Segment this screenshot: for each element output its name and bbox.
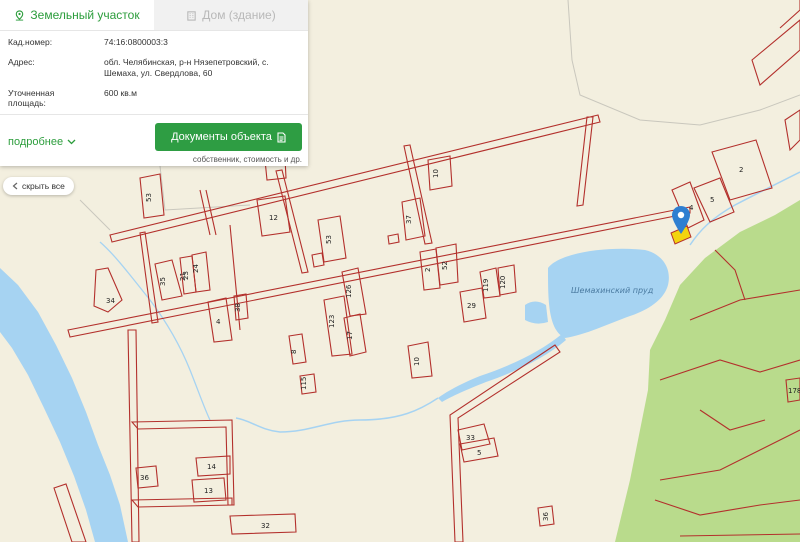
more-details-link[interactable]: подробнее (8, 136, 76, 148)
panel-tabs: Земельный участок Дом (здание) (0, 0, 308, 31)
parcel-label: 4 (216, 318, 221, 326)
parcel-label: 33 (466, 434, 475, 442)
parcel-label: 35 (159, 277, 167, 286)
cadastral-number-row: Кад.номер: 74:16:0800003:3 (8, 37, 300, 48)
stream-thin (235, 397, 439, 433)
area-row: Уточненная площадь: 600 кв.м (8, 88, 300, 108)
parcel-label: 10 (432, 169, 440, 178)
parcel-label: 123 (328, 315, 336, 328)
pond-small (525, 301, 548, 324)
parcel-label: 32 (261, 522, 270, 530)
object-details: Кад.номер: 74:16:0800003:3 Адрес: обл. Ч… (0, 31, 308, 108)
object-documents-button[interactable]: Документы объекта (155, 123, 302, 151)
parcel-label: 2 (424, 268, 432, 272)
parcel-label: 4 (689, 204, 694, 212)
parcel-label: 38 (234, 303, 242, 312)
object-documents-label: Документы объекта (171, 131, 272, 143)
tab-land-plot-label: Земельный участок (30, 8, 140, 22)
river (0, 268, 128, 542)
parcel-label: 34 (106, 297, 115, 305)
parcel-label: 36 (542, 512, 550, 521)
documents-note: собственник, стоимость и др. (192, 155, 302, 164)
parcel-label: 24 (192, 264, 200, 273)
stream (438, 334, 566, 402)
parcel-label: 2 (739, 166, 743, 174)
cadastral-number-label: Кад.номер: (8, 37, 53, 47)
parcel-label: 37 (405, 215, 413, 224)
parcel-label: 115 (300, 377, 308, 390)
more-details-label: подробнее (8, 136, 64, 148)
parcel-label: 29 (467, 302, 476, 310)
parcel-label: 10 (413, 357, 421, 366)
parcel-label: 12 (269, 214, 278, 222)
tab-land-plot[interactable]: Земельный участок (0, 0, 154, 30)
area-value: 600 кв.м (104, 88, 137, 98)
hide-all-label: скрыть все (22, 181, 65, 191)
parcel-label: 119 (482, 279, 490, 292)
parcel-label: 53 (325, 235, 333, 244)
parcel-label: 120 (499, 276, 507, 289)
parcel-label: 14 (207, 463, 216, 471)
pin-icon (16, 9, 24, 21)
parcel-label: 5 (710, 196, 714, 204)
address-label: Адрес: (8, 57, 35, 67)
chevron-left-icon (12, 182, 18, 190)
parcel-label: 52 (441, 261, 449, 270)
tab-building[interactable]: Дом (здание) (154, 0, 308, 30)
parcel-label: 17 (346, 331, 354, 340)
pond-label: Шемахинский пруд (571, 286, 654, 295)
parcel-label: 13 (204, 487, 213, 495)
chevron-down-icon (67, 139, 76, 145)
tab-building-label: Дом (здание) (202, 8, 276, 22)
panel-footer: подробнее Документы объекта собственник,… (0, 114, 308, 167)
document-icon (277, 131, 286, 143)
address-value: обл. Челябинская, р-н Нязепетровский, с.… (104, 57, 269, 78)
building-icon (187, 10, 196, 21)
parcel-label: 8 (290, 350, 298, 354)
parcel-label: 53 (145, 193, 153, 202)
area-label: Уточненная площадь: (8, 88, 55, 108)
address-row: Адрес: обл. Челябинская, р-н Нязепетровс… (8, 57, 300, 79)
object-info-panel: Земельный участок Дом (здание) Кад.номер… (0, 0, 308, 166)
parcel-label: 36 (140, 474, 149, 482)
cadastral-number-value: 74:16:0800003:3 (104, 37, 168, 47)
hide-all-button[interactable]: скрыть все (3, 177, 74, 195)
parcel-label: 126 (345, 284, 353, 298)
parcel-label: 5 (477, 449, 481, 457)
parcel-label: 21 (179, 272, 187, 281)
parcel-label: 178 (788, 387, 800, 395)
